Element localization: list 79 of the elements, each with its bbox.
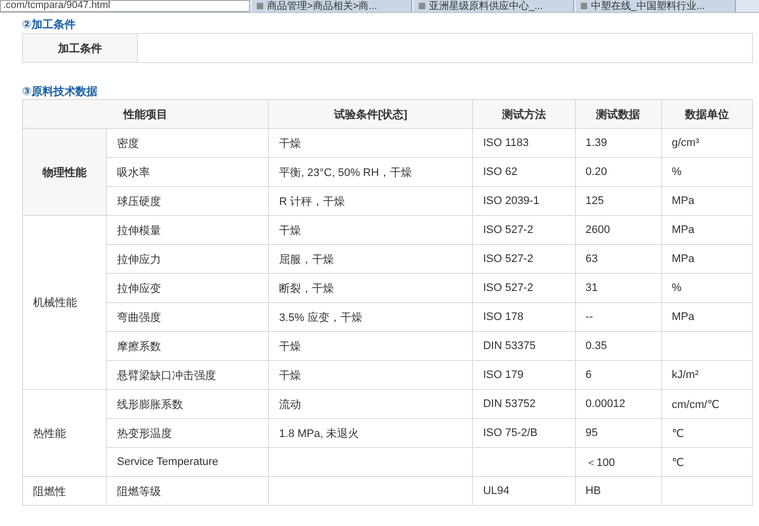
- browser-tab[interactable]: 亚洲星级原料供应中心_...: [414, 0, 574, 12]
- table-cell: ISO 527-2: [472, 216, 576, 244]
- table-cell: 1.39: [575, 128, 662, 158]
- table-cell: 断裂，干燥: [268, 274, 473, 302]
- column-header: 试验条件[状态]: [268, 100, 473, 128]
- table-cell: 干燥: [268, 332, 473, 360]
- table-cell: ℃: [661, 448, 752, 476]
- table-cell: 吸水率: [106, 158, 269, 186]
- table-cell: DIN 53375: [472, 332, 576, 360]
- table-cell: 悬臂梁缺口冲击强度: [106, 360, 269, 390]
- table-cell: 125: [575, 186, 662, 216]
- column-header: 测试数据: [575, 100, 662, 128]
- table-cell: ISO 527-2: [472, 244, 576, 274]
- table-cell: 平衡, 23°C, 50% RH，干燥: [268, 158, 473, 186]
- table-cell: 阻燃等级: [106, 476, 269, 506]
- section-heading: ③原料技术数据: [22, 84, 98, 98]
- table-cell: 线形膨胀系数: [106, 390, 269, 418]
- table-cell: 摩擦系数: [106, 332, 269, 360]
- table-cell: 2600: [575, 216, 662, 244]
- column-header: 数据单位: [661, 100, 752, 128]
- page-icon: [418, 2, 426, 10]
- table-cell: 球压硬度: [106, 186, 269, 216]
- table-cell: 0.35: [575, 332, 662, 360]
- table-cell: ISO 75-2/B: [472, 418, 576, 448]
- group-cell: 阻燃性: [22, 476, 106, 506]
- table-cell: 干燥: [268, 216, 473, 244]
- table-cell: 31: [575, 274, 662, 302]
- table-cell: MPa: [661, 302, 752, 332]
- group-cell: 热性能: [22, 390, 106, 476]
- table-cell: ＜100: [575, 448, 662, 476]
- table-cell: 拉伸应力: [106, 244, 269, 274]
- table-cell: 0.00012: [575, 390, 662, 418]
- table-cell: 屈服，干燥: [268, 244, 473, 274]
- table-cell: ISO 179: [472, 360, 576, 390]
- table-cell: 密度: [106, 128, 269, 158]
- browser-tab[interactable]: 商品管理>商品相关>商...: [252, 0, 412, 12]
- table-cell: MPa: [661, 186, 752, 216]
- table-cell: ISO 178: [472, 302, 576, 332]
- table-cell: kJ/m²: [661, 360, 752, 390]
- table-cell: DIN 53752: [472, 390, 576, 418]
- section-heading: ②加工条件: [22, 18, 76, 31]
- table-cell: --: [575, 302, 662, 332]
- page-icon: [580, 2, 588, 10]
- table-cell: ℃: [661, 418, 752, 448]
- table-cell: ISO 1183: [472, 128, 576, 158]
- table-cell: 95: [575, 418, 662, 448]
- table-cell: ISO 62: [472, 158, 576, 186]
- table-cell: HB: [575, 476, 662, 506]
- column-header: 测试方法: [472, 100, 576, 128]
- table-header-cell: 加工条件: [22, 34, 138, 62]
- table-cell: 拉伸应变: [106, 274, 269, 302]
- table-cell: 干燥: [268, 360, 473, 390]
- table-cell: 0.20: [575, 158, 662, 186]
- table-cell: 弯曲强度: [106, 302, 269, 332]
- table-cell: %: [661, 158, 752, 186]
- table-cell: 流动: [268, 390, 473, 418]
- table-cell: Service Temperature: [106, 448, 269, 476]
- table-cell: cm/cm/℃: [661, 390, 752, 418]
- table-cell: g/cm³: [661, 128, 752, 158]
- column-header: 性能项目: [22, 100, 269, 128]
- table-cell: 63: [575, 244, 662, 274]
- table-cell: R 计秤，干燥: [268, 186, 473, 216]
- table-cell: 6: [575, 360, 662, 390]
- table-cell: ISO 527-2: [472, 274, 576, 302]
- table-cell: ISO 2039-1: [472, 186, 576, 216]
- table-cell: 1.8 MPa, 未退火: [268, 418, 473, 448]
- table-cell: MPa: [661, 216, 752, 244]
- table-cell: MPa: [661, 244, 752, 274]
- page-icon: [256, 2, 264, 10]
- browser-tab[interactable]: 中塑在线_中国塑料行业...: [576, 0, 736, 12]
- group-cell: 物理性能: [22, 128, 106, 216]
- table-cell: 干燥: [268, 128, 473, 158]
- table-cell: 热变形温度: [106, 418, 269, 448]
- table-cell: UL94: [472, 476, 576, 506]
- table-cell: 拉伸模量: [106, 216, 269, 244]
- address-field[interactable]: .com/tcmpara/9047.html: [0, 0, 250, 12]
- table-cell: 3.5% 应变，干燥: [268, 302, 473, 332]
- table-cell: %: [661, 274, 752, 302]
- group-cell: 机械性能: [22, 216, 106, 390]
